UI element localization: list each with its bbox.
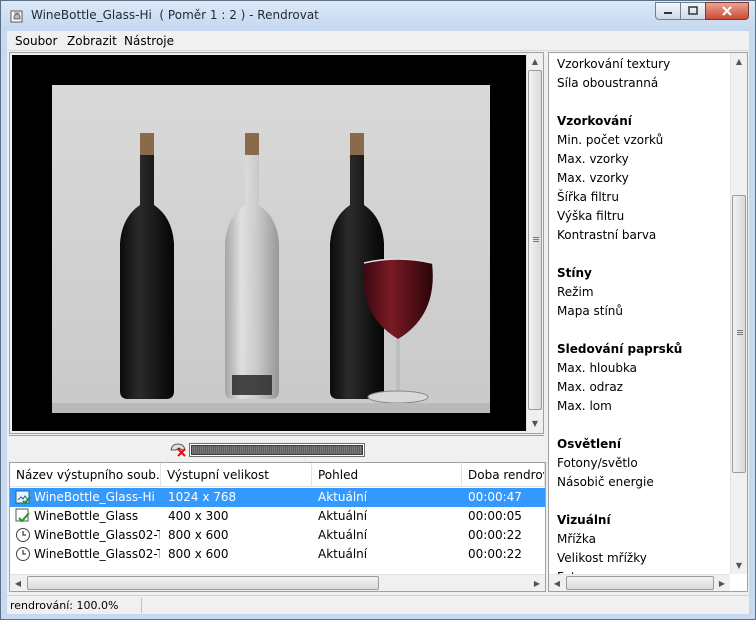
properties-vertical-scrollbar[interactable]: ▲ ▼ [730, 53, 747, 574]
clear-bottle [225, 133, 279, 399]
list-header: Název výstupního soub... Výstupní veliko… [10, 463, 545, 487]
property-item[interactable]: Síla oboustranná [557, 76, 658, 90]
row-name: WineBottle_Glass02-T... [34, 528, 160, 542]
property-item[interactable]: Režim [557, 285, 594, 299]
row-time: 00:00:22 [468, 547, 522, 561]
scroll-down-arrow-icon[interactable]: ▼ [527, 415, 543, 431]
window-title: WineBottle_Glass-Hi ( Poměr 1 : 2 ) - Re… [31, 8, 319, 22]
menu-nastroje[interactable]: Nástroje [124, 34, 174, 48]
scroll-left-arrow-icon[interactable]: ◀ [549, 575, 565, 591]
close-icon [722, 6, 732, 16]
menu-bar: Soubor Zobrazit Nástroje [7, 31, 749, 51]
check-doc-icon [15, 508, 30, 523]
clock-icon [16, 547, 30, 561]
property-item[interactable]: Vzorkování textury [557, 57, 670, 71]
row-size: 800 x 600 [168, 528, 229, 542]
window-controls [655, 2, 749, 20]
row-size: 800 x 600 [168, 547, 229, 561]
row-time: 00:00:05 [468, 509, 522, 523]
dark-bottle-left [120, 133, 174, 399]
property-section-header: Stíny [557, 266, 592, 280]
render-scroll-thumb[interactable] [528, 70, 542, 410]
properties-horizontal-scrollbar[interactable]: ◀ ▶ [549, 574, 730, 591]
render-preview: ▲ ▼ [9, 52, 544, 434]
row-time: 00:00:22 [468, 528, 522, 542]
property-item[interactable]: Max. hloubka [557, 361, 637, 375]
column-header-name[interactable]: Název výstupního soub... [10, 463, 161, 486]
row-view: Aktuální [318, 509, 368, 523]
menu-zobrazit[interactable]: Zobrazit [67, 34, 117, 48]
property-item[interactable]: Max. vzorky [557, 171, 629, 185]
close-button[interactable] [705, 2, 749, 20]
property-item[interactable]: Fotony/světlo [557, 456, 638, 470]
render-queue-list[interactable]: Název výstupního soub... Výstupní veliko… [9, 462, 546, 592]
menu-soubor[interactable]: Soubor [15, 34, 57, 48]
render-vertical-scrollbar[interactable]: ▲ ▼ [526, 53, 543, 433]
property-item[interactable]: Výška filtru [557, 209, 624, 223]
progress-row [9, 435, 544, 461]
property-section-header: Osvětlení [557, 437, 621, 451]
property-item[interactable]: Kontrastní barva [557, 228, 656, 242]
title-bar[interactable]: WineBottle_Glass-Hi ( Poměr 1 : 2 ) - Re… [1, 1, 755, 31]
left-panel: ▲ ▼ Název výstupního soub... Výstupní ve… [9, 52, 546, 592]
maximize-icon [688, 6, 698, 15]
column-header-size[interactable]: Výstupní velikost [161, 463, 312, 486]
image-done-icon [15, 490, 31, 505]
table-row[interactable]: WineBottle_Glass-Hi 1024 x 768 Aktuální … [10, 488, 545, 507]
scroll-right-arrow-icon[interactable]: ▶ [714, 575, 730, 591]
row-name: WineBottle_Glass [34, 509, 139, 523]
column-header-time[interactable]: Doba rendrová [462, 463, 545, 486]
scroll-left-arrow-icon[interactable]: ◀ [10, 575, 26, 591]
list-horizontal-scrollbar[interactable]: ◀ ▶ [10, 574, 545, 591]
row-view: Aktuální [318, 528, 368, 542]
scroll-right-arrow-icon[interactable]: ▶ [529, 575, 545, 591]
clock-icon [16, 528, 30, 542]
properties-scroll-thumb[interactable] [732, 195, 746, 473]
property-item[interactable]: Šířka filtru [557, 190, 619, 204]
properties-panel[interactable]: Vzorkování textury Síla oboustranná Vzor… [548, 52, 748, 592]
property-item[interactable]: Násobič energie [557, 475, 654, 489]
row-view: Aktuální [318, 547, 368, 561]
scroll-down-arrow-icon[interactable]: ▼ [731, 557, 747, 573]
row-time: 00:00:47 [468, 490, 522, 504]
property-item[interactable]: Max. vzorky [557, 152, 629, 166]
property-section-header: Vizuální [557, 513, 611, 527]
maximize-button[interactable] [680, 2, 706, 20]
table-row[interactable]: WineBottle_Glass02-T... 800 x 600 Aktuál… [10, 526, 545, 545]
column-header-view[interactable]: Pohled [312, 463, 462, 486]
list-scroll-thumb[interactable] [27, 576, 379, 590]
row-name: WineBottle_Glass02-T... [34, 547, 160, 561]
property-item[interactable]: Min. počet vzorků [557, 133, 663, 147]
property-section-header: Vzorkování [557, 114, 632, 128]
wine-bottles-render [52, 133, 490, 413]
status-text: rendrování: 100.0% [10, 599, 119, 612]
properties-hscroll-thumb[interactable] [566, 576, 714, 590]
minimize-button[interactable] [655, 2, 681, 20]
render-window: WineBottle_Glass-Hi ( Poměr 1 : 2 ) - Re… [0, 0, 756, 620]
row-size: 400 x 300 [168, 509, 229, 523]
render-progress-fill [191, 445, 363, 455]
render-progress-bar [189, 443, 365, 457]
cancel-render-teapot-icon[interactable] [169, 441, 187, 457]
property-item[interactable]: Velikost mřížky [557, 551, 647, 565]
table-row[interactable]: WineBottle_Glass 400 x 300 Aktuální 00:0… [10, 507, 545, 526]
property-item[interactable]: Mřížka [557, 532, 596, 546]
property-item[interactable]: Max. odraz [557, 380, 623, 394]
rendered-image [52, 85, 490, 413]
minimize-icon [664, 12, 672, 14]
render-background [12, 55, 526, 431]
row-size: 1024 x 768 [168, 490, 237, 504]
row-name: WineBottle_Glass-Hi [34, 490, 155, 504]
property-item[interactable]: Max. lom [557, 399, 612, 413]
render-teapot-icon[interactable] [9, 8, 25, 24]
scroll-up-arrow-icon[interactable]: ▲ [527, 53, 543, 69]
table-row[interactable]: WineBottle_Glass02-T... 800 x 600 Aktuál… [10, 545, 545, 564]
status-separator [141, 598, 142, 613]
client-area: ▲ ▼ Název výstupního soub... Výstupní ve… [7, 51, 749, 614]
scroll-up-arrow-icon[interactable]: ▲ [731, 53, 747, 69]
status-bar: rendrování: 100.0% [7, 595, 749, 614]
property-item[interactable]: Mapa stínů [557, 304, 623, 318]
row-view: Aktuální [318, 490, 368, 504]
property-section-header: Sledování paprsků [557, 342, 683, 356]
